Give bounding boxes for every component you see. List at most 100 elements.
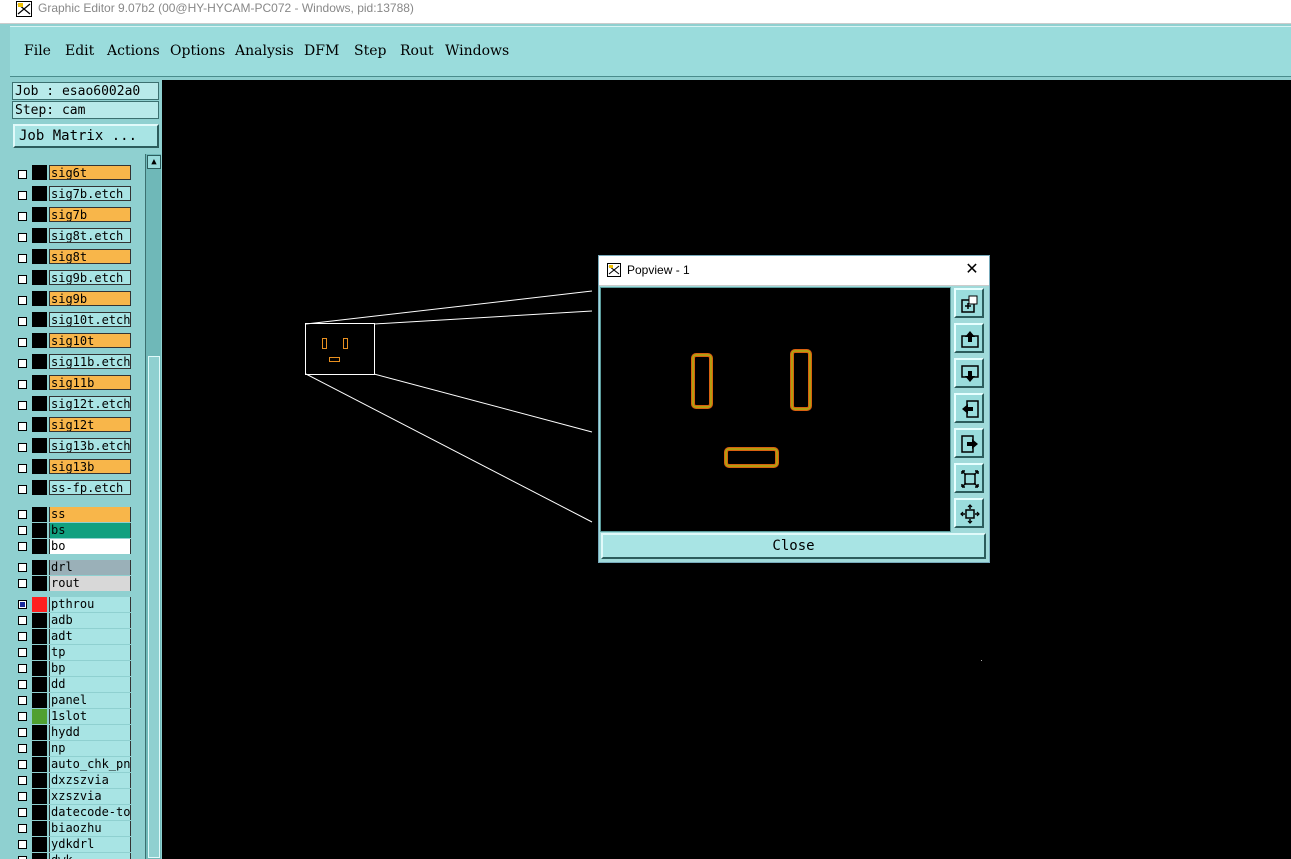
pan-up-icon[interactable] (954, 323, 984, 353)
layer-checkbox[interactable] (18, 563, 27, 572)
layer-name-label[interactable]: sig9b (49, 291, 131, 306)
layer-name-label[interactable]: sig12t.etch (49, 396, 131, 411)
layer-checkbox[interactable] (18, 600, 27, 609)
layer-checkbox[interactable] (18, 317, 27, 326)
layer-checkbox[interactable] (18, 579, 27, 588)
layer-name-label[interactable]: sig7b.etch (49, 186, 131, 201)
menu-edit[interactable]: Edit (65, 43, 94, 59)
layer-name-label[interactable]: sig8t (49, 249, 131, 264)
layer-checkbox[interactable] (18, 744, 27, 753)
close-icon[interactable]: ✕ (963, 260, 981, 278)
layer-checkbox[interactable] (18, 680, 27, 689)
layer-checkbox[interactable] (18, 275, 27, 284)
layer-color-swatch[interactable] (32, 539, 47, 554)
layer-color-swatch[interactable] (32, 693, 47, 708)
layer-color-swatch[interactable] (32, 837, 47, 852)
layer-checkbox[interactable] (18, 792, 27, 801)
layer-checkbox[interactable] (18, 760, 27, 769)
layer-name-label[interactable]: 1slot (49, 709, 131, 724)
layer-color-swatch[interactable] (32, 709, 47, 724)
menu-rout[interactable]: Rout (400, 43, 434, 59)
zoom-in-icon[interactable] (954, 498, 984, 528)
layer-color-swatch[interactable] (32, 773, 47, 788)
layer-name-label[interactable]: ss-fp.etch (49, 480, 131, 495)
layer-color-swatch[interactable] (32, 576, 47, 591)
layer-checkbox[interactable] (18, 664, 27, 673)
layer-color-swatch[interactable] (32, 725, 47, 740)
layer-color-swatch[interactable] (32, 805, 47, 820)
layer-name-label[interactable]: sig11b (49, 375, 131, 390)
menu-options[interactable]: Options (170, 43, 225, 59)
layer-name-label[interactable]: sig11b.etch (49, 354, 131, 369)
layer-color-swatch[interactable] (32, 560, 47, 575)
layer-color-swatch[interactable] (32, 312, 47, 327)
layer-name-label[interactable]: rout (49, 576, 131, 591)
layer-name-label[interactable]: drl (49, 560, 131, 575)
layer-checkbox[interactable] (18, 648, 27, 657)
layer-checkbox[interactable] (18, 296, 27, 305)
layer-checkbox[interactable] (18, 542, 27, 551)
layer-name-label[interactable]: sig8t.etch (49, 228, 131, 243)
layer-name-label[interactable]: dxzszvia (49, 773, 131, 788)
layer-checkbox[interactable] (18, 443, 27, 452)
layer-name-label[interactable]: sig9b.etch (49, 270, 131, 285)
layer-checkbox[interactable] (18, 712, 27, 721)
layer-checkbox[interactable] (18, 776, 27, 785)
layer-name-label[interactable]: biaozhu (49, 821, 131, 836)
layer-name-label[interactable]: panel (49, 693, 131, 708)
layer-name-label[interactable]: sig10t.etch (49, 312, 131, 327)
pan-left-icon[interactable] (954, 393, 984, 423)
layer-checkbox[interactable] (18, 422, 27, 431)
layer-color-swatch[interactable] (32, 853, 47, 859)
layer-color-swatch[interactable] (32, 661, 47, 676)
layer-name-label[interactable]: sig7b (49, 207, 131, 222)
layer-color-swatch[interactable] (32, 375, 47, 390)
layer-color-swatch[interactable] (32, 821, 47, 836)
layer-color-swatch[interactable] (32, 291, 47, 306)
layer-color-swatch[interactable] (32, 354, 47, 369)
menu-windows[interactable]: Windows (445, 43, 509, 59)
layer-color-swatch[interactable] (32, 507, 47, 522)
layer-name-label[interactable]: bo (49, 539, 131, 554)
layer-color-swatch[interactable] (32, 789, 47, 804)
layer-color-swatch[interactable] (32, 228, 47, 243)
layer-name-label[interactable]: bs (49, 523, 131, 538)
layer-color-swatch[interactable] (32, 757, 47, 772)
scroll-up-arrow-icon[interactable]: ▲ (147, 155, 161, 169)
zoom-out-icon[interactable] (954, 463, 984, 493)
pan-down-icon[interactable] (954, 358, 984, 388)
layer-checkbox[interactable] (18, 359, 27, 368)
layer-color-swatch[interactable] (32, 645, 47, 660)
layer-checkbox[interactable] (18, 170, 27, 179)
layer-checkbox[interactable] (18, 616, 27, 625)
layer-color-swatch[interactable] (32, 523, 47, 538)
layer-name-label[interactable]: ydkdrl (49, 837, 131, 852)
layer-checkbox[interactable] (18, 401, 27, 410)
layer-color-swatch[interactable] (32, 165, 47, 180)
layer-color-swatch[interactable] (32, 677, 47, 692)
layer-name-label[interactable]: sig10t (49, 333, 131, 348)
layer-name-label[interactable]: auto_chk_pn (49, 757, 131, 772)
layer-name-label[interactable]: dwk (49, 853, 131, 859)
layer-color-swatch[interactable] (32, 396, 47, 411)
layer-color-swatch[interactable] (32, 480, 47, 495)
layer-name-label[interactable]: adt (49, 629, 131, 644)
layer-checkbox[interactable] (18, 696, 27, 705)
layer-checkbox[interactable] (18, 191, 27, 200)
job-matrix-button[interactable]: Job Matrix ... (13, 124, 159, 148)
menu-step[interactable]: Step (354, 43, 386, 59)
layer-name-label[interactable]: pthrou (49, 597, 131, 612)
layer-color-swatch[interactable] (32, 333, 47, 348)
layer-name-label[interactable]: sig12t (49, 417, 131, 432)
layer-checkbox[interactable] (18, 233, 27, 242)
layer-checkbox[interactable] (18, 464, 27, 473)
layer-checkbox[interactable] (18, 808, 27, 817)
layer-name-label[interactable]: sig6t (49, 165, 131, 180)
layer-name-label[interactable]: ss (49, 507, 131, 522)
layer-checkbox[interactable] (18, 824, 27, 833)
layer-color-swatch[interactable] (32, 417, 47, 432)
pan-right-icon[interactable] (954, 428, 984, 458)
layer-checkbox[interactable] (18, 254, 27, 263)
menu-actions[interactable]: Actions (107, 43, 160, 59)
layer-checkbox[interactable] (18, 632, 27, 641)
